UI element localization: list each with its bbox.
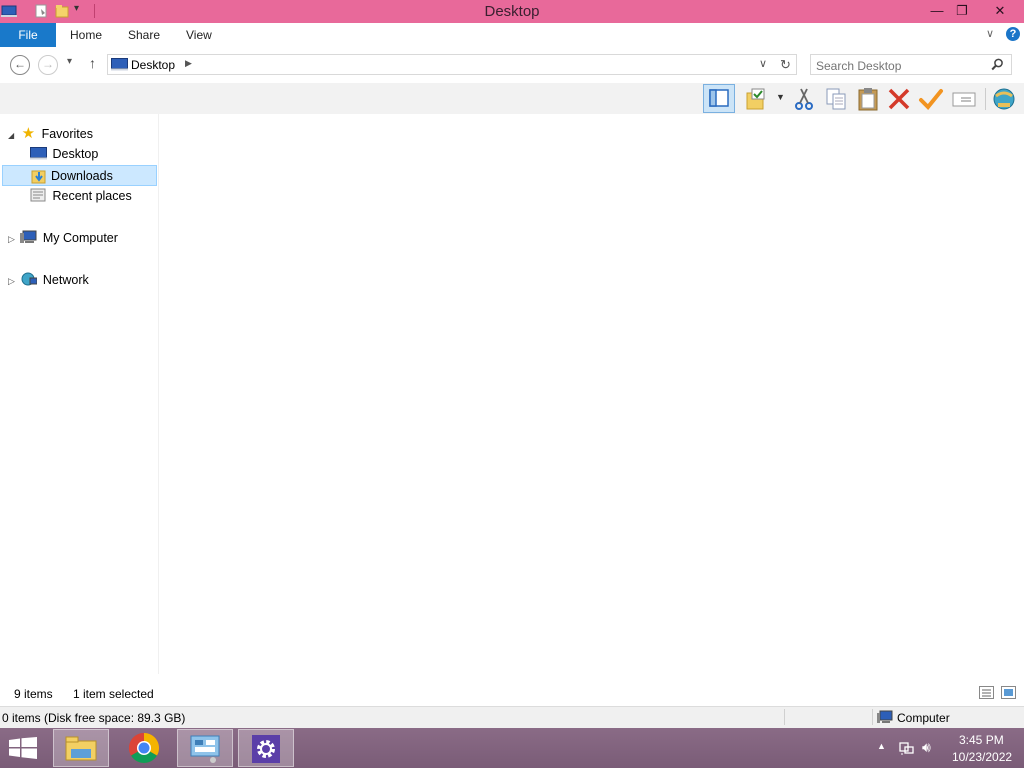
properties-icon[interactable] — [951, 86, 977, 112]
recent-places-icon — [30, 188, 46, 202]
tab-file[interactable]: File — [0, 23, 56, 47]
tab-home[interactable]: Home — [70, 23, 102, 47]
nav-item-downloads[interactable]: Downloads — [2, 165, 157, 186]
restore-button[interactable]: ❐ — [947, 0, 977, 22]
clock-time[interactable]: 3:45 PM — [959, 733, 1004, 747]
taskbar-file-explorer[interactable] — [53, 729, 109, 767]
item-count: 9 items — [14, 687, 53, 701]
tab-view[interactable]: View — [186, 23, 212, 47]
ribbon-tabs: File Home Share View ∨ ? — [0, 23, 1024, 48]
show-hidden-icons[interactable]: ▲ — [877, 741, 886, 751]
nav-item-desktop-label: Desktop — [52, 147, 99, 161]
address-bar[interactable]: Desktop ▶ ∨ — [107, 54, 797, 75]
chrome-icon — [128, 733, 160, 764]
network-nav-icon — [21, 272, 38, 286]
search-input[interactable] — [814, 56, 988, 75]
nav-item-network-label: Network — [42, 273, 89, 287]
paste-icon[interactable] — [855, 86, 881, 112]
desktop-icon — [30, 147, 47, 160]
favorites-node[interactable]: ◢ ★ Favorites — [8, 123, 93, 144]
status-divider — [872, 709, 873, 725]
apply-icon[interactable] — [918, 86, 944, 112]
settings-gear-icon — [252, 735, 280, 763]
navigation-pane: ◢ ★ Favorites Desktop Downloads Recent p… — [0, 114, 159, 674]
file-explorer-icon — [65, 736, 97, 761]
select-dropdown-icon[interactable]: ▼ — [776, 92, 785, 102]
title-bar[interactable]: ▾ Desktop — ❐ ✕ — [0, 0, 1024, 23]
taskbar-chrome[interactable] — [116, 729, 172, 767]
refresh-button[interactable]: ↻ — [775, 54, 797, 75]
taskbar: ▲ 🔊︎ 3:45 PM 10/23/2022 — [0, 728, 1024, 768]
search-box[interactable] — [810, 54, 1012, 75]
taskbar-control-panel[interactable] — [177, 729, 233, 767]
taskbar-settings[interactable] — [238, 729, 294, 767]
toolbar-divider — [985, 88, 986, 110]
desktop-location-icon — [111, 58, 128, 71]
nav-item-recent-places[interactable]: Recent places — [30, 186, 132, 207]
details-view-icon[interactable] — [979, 686, 994, 699]
tab-share[interactable]: Share — [128, 23, 160, 47]
expand-ribbon-icon[interactable]: ∨ — [986, 27, 994, 40]
toolbar: ▼ — [0, 83, 1024, 115]
status-bar: 9 items 1 item selected — [0, 682, 1024, 706]
address-location-text[interactable]: Desktop — [131, 58, 175, 72]
back-button[interactable]: ← — [10, 55, 30, 75]
delete-icon[interactable] — [886, 86, 912, 112]
collapse-arrow-icon[interactable]: ◢ — [8, 131, 14, 140]
start-button[interactable] — [9, 737, 37, 759]
select-folder-icon[interactable] — [744, 86, 770, 112]
volume-icon[interactable]: 🔊︎ — [922, 739, 931, 756]
nav-item-my-computer-label: My Computer — [42, 231, 118, 245]
preview-pane-button[interactable] — [703, 84, 735, 113]
preview-pane-icon — [709, 89, 729, 107]
forward-button[interactable]: → — [38, 55, 58, 75]
favorites-label: Favorites — [41, 127, 93, 141]
nav-item-network[interactable]: ▷ Network — [8, 270, 89, 291]
clock-date[interactable]: 10/23/2022 — [952, 750, 1012, 764]
file-list-area[interactable] — [159, 114, 1024, 674]
help-icon[interactable]: ? — [1006, 27, 1020, 41]
details-bar: 0 items (Disk free space: 89.3 GB) Compu… — [0, 706, 1024, 728]
address-dropdown-icon[interactable]: ∨ — [759, 57, 767, 70]
address-row: ← → ▾ ↑ Desktop ▶ ∨ ↻ — [0, 47, 1024, 83]
star-icon: ★ — [21, 125, 36, 142]
computer-icon — [20, 230, 37, 243]
expand-arrow-icon[interactable]: ▷ — [8, 276, 15, 286]
downloads-icon — [31, 170, 46, 184]
disk-space-text: 0 items (Disk free space: 89.3 GB) — [2, 711, 186, 725]
recent-locations-icon[interactable]: ▾ — [67, 56, 72, 67]
window-title: Desktop — [484, 3, 540, 20]
nav-item-downloads-label: Downloads — [51, 169, 113, 183]
breadcrumb-chevron-icon[interactable]: ▶ — [185, 58, 192, 69]
expand-arrow-icon[interactable]: ▷ — [8, 234, 15, 244]
location-status-text: Computer — [897, 711, 950, 725]
up-button[interactable]: ↑ — [89, 55, 96, 71]
control-panel-icon — [190, 735, 220, 763]
network-tray-icon[interactable] — [898, 740, 914, 756]
large-icons-view-icon[interactable] — [1001, 686, 1016, 699]
nav-item-desktop[interactable]: Desktop — [30, 144, 98, 165]
selection-count: 1 item selected — [73, 687, 154, 701]
status-divider — [784, 709, 785, 725]
search-icon[interactable] — [991, 58, 1004, 71]
cut-icon[interactable] — [791, 86, 817, 112]
nav-item-recent-places-label: Recent places — [52, 189, 132, 203]
close-button[interactable]: ✕ — [977, 0, 1023, 22]
computer-status-icon — [877, 710, 893, 723]
network-icon[interactable] — [991, 86, 1017, 112]
copy-icon[interactable] — [823, 86, 849, 112]
nav-item-my-computer[interactable]: ▷ My Computer — [8, 228, 118, 249]
